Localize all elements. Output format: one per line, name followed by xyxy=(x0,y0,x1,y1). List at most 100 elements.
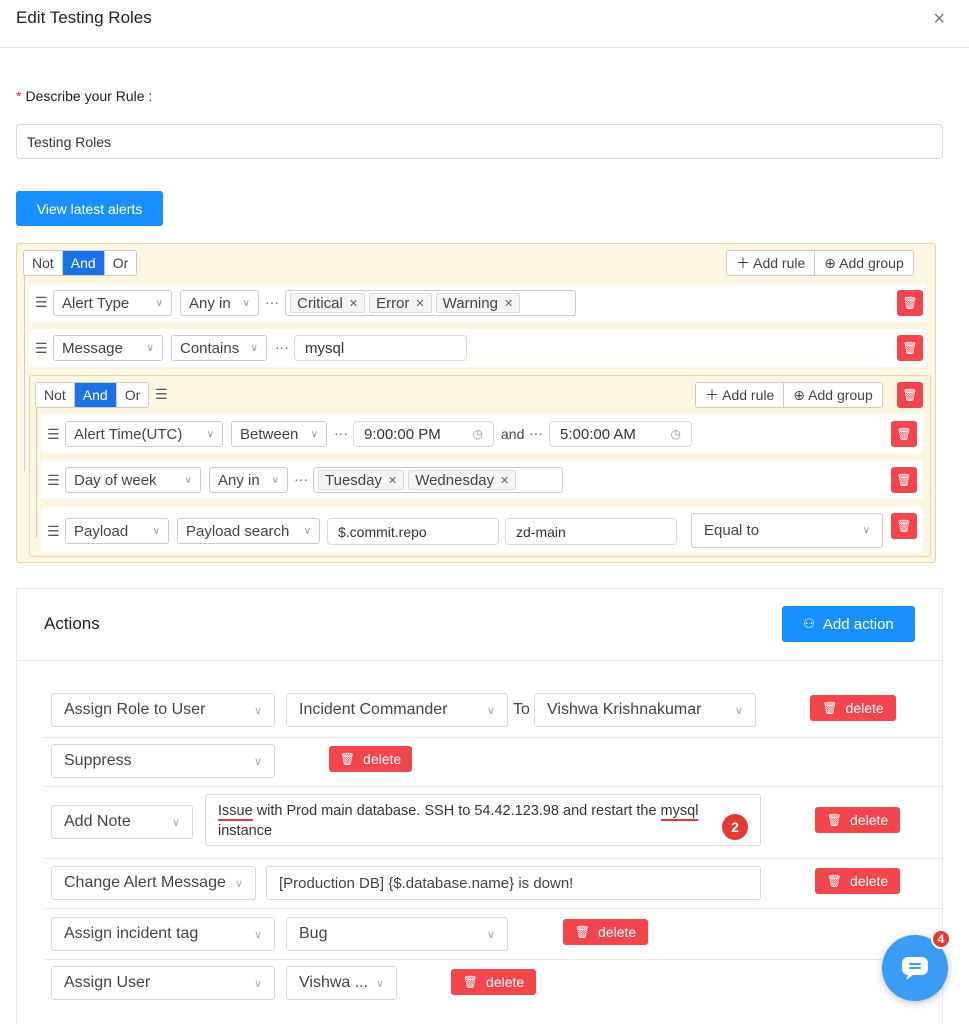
combinator-not[interactable]: Not xyxy=(24,251,63,275)
combinator-and[interactable]: And xyxy=(74,383,117,407)
add-group-button[interactable]: ⊕ Add group xyxy=(784,383,881,407)
delete-rule-icon[interactable]: 🗑 xyxy=(897,290,923,316)
ellipsis: ··· xyxy=(529,425,543,441)
action-type-select[interactable]: Add Note ∨ xyxy=(51,805,193,839)
trash-icon: 🗑 xyxy=(826,813,843,827)
action-type-select[interactable]: Suppress ∨ xyxy=(51,744,275,778)
spellcheck-badge[interactable]: 2 xyxy=(722,814,748,840)
alert-message-input[interactable]: [Production DB] {$.database.name} is dow… xyxy=(266,866,761,900)
comparator-select[interactable]: Equal to ∨ xyxy=(691,513,883,548)
remove-tag-icon[interactable]: ✕ xyxy=(349,297,358,310)
value-input[interactable]: mysql xyxy=(294,335,467,361)
row-divider xyxy=(44,858,942,859)
close-icon[interactable]: × xyxy=(933,8,945,31)
remove-tag-icon[interactable]: ✕ xyxy=(415,297,424,310)
delete-rule-icon[interactable]: 🗑 xyxy=(891,467,917,493)
between-joiner: and xyxy=(501,426,525,442)
chat-unread-badge: 4 xyxy=(931,929,951,949)
chat-bubble-icon xyxy=(902,957,928,980)
delete-action-button[interactable]: 🗑 delete xyxy=(563,919,648,945)
drag-handle-icon[interactable]: ☰ xyxy=(47,472,60,489)
outer-combinator: Not And Or xyxy=(23,250,138,276)
field-select[interactable]: Payload ∨ xyxy=(65,518,169,544)
tag: Critical ✕ xyxy=(290,293,366,313)
delete-action-button[interactable]: 🗑 delete xyxy=(329,746,412,772)
modal-title: Edit Testing Roles xyxy=(16,8,152,27)
drag-handle-icon[interactable]: ☰ xyxy=(47,523,60,540)
note-textarea[interactable]: Issue with Prod main database. SSH to 54… xyxy=(205,794,761,846)
ellipsis: ··· xyxy=(265,294,279,310)
outer-group-actions: ＋ Add rule ⊕ Add group xyxy=(726,250,914,276)
delete-rule-icon[interactable]: 🗑 xyxy=(891,513,917,539)
remove-tag-icon[interactable]: ✕ xyxy=(504,297,513,310)
operator-select[interactable]: Any in ∨ xyxy=(209,467,288,493)
required-mark: * xyxy=(16,88,22,104)
row-divider xyxy=(44,908,942,909)
row-divider xyxy=(44,959,942,960)
trash-icon: 🗑 xyxy=(822,701,838,715)
tag-input[interactable]: Tuesday ✕ Wednesday ✕ xyxy=(313,467,563,493)
drag-handle-icon[interactable]: ☰ xyxy=(35,340,48,357)
delete-rule-icon[interactable]: 🗑 xyxy=(891,421,917,447)
drag-handle-icon[interactable]: ☰ xyxy=(155,386,168,403)
remove-tag-icon[interactable]: ✕ xyxy=(388,474,397,487)
delete-action-button[interactable]: 🗑 delete xyxy=(451,969,536,995)
drag-handle-icon[interactable]: ☰ xyxy=(35,294,48,311)
delete-action-button[interactable]: 🗑 delete xyxy=(815,868,900,894)
operator-select[interactable]: Between ∨ xyxy=(231,421,327,447)
payload-value-input[interactable]: zd-main xyxy=(505,518,677,545)
actions-title: Actions xyxy=(44,614,100,633)
action-type-select[interactable]: Assign incident tag ∨ xyxy=(51,917,275,951)
rule-name-input[interactable]: Testing Roles xyxy=(16,124,943,159)
trash-icon: 🗑 xyxy=(462,975,479,989)
rule-row xyxy=(29,329,927,367)
action-type-select[interactable]: Change Alert Message ∨ xyxy=(51,866,256,900)
field-select[interactable]: Alert Type ∨ xyxy=(53,290,172,316)
ellipsis: ··· xyxy=(334,425,348,441)
tag-select[interactable]: Bug ∨ xyxy=(286,917,508,951)
add-action-button[interactable]: ⚇ Add action xyxy=(782,606,915,642)
operator-select[interactable]: Payload search ∨ xyxy=(177,518,320,544)
tag: Warning ✕ xyxy=(435,293,521,313)
clock-icon: ◷ xyxy=(472,427,483,441)
tag-input[interactable]: Critical ✕ Error ✕ Warning ✕ xyxy=(285,290,576,316)
combinator-or[interactable]: Or xyxy=(117,383,149,407)
time-from-input[interactable]: 9:00:00 PM ◷ xyxy=(353,421,494,447)
delete-action-button[interactable]: 🗑 delete xyxy=(815,807,900,833)
delete-action-button[interactable]: 🗑 delete xyxy=(810,695,896,721)
delete-group-icon[interactable]: 🗑 xyxy=(897,382,923,408)
tree-line xyxy=(24,276,25,471)
modal-header: Edit Testing Roles × xyxy=(0,0,969,48)
add-rule-button[interactable]: ＋ Add rule xyxy=(727,251,816,275)
combinator-and[interactable]: And xyxy=(62,251,105,275)
user-select[interactable]: Vishwa Krishnakumar ∨ xyxy=(534,693,756,727)
to-label: To xyxy=(513,701,530,718)
operator-select[interactable]: Any in ∨ xyxy=(180,290,259,316)
view-latest-alerts-button[interactable]: View latest alerts xyxy=(16,191,163,226)
operator-select[interactable]: Contains ∨ xyxy=(171,335,267,361)
rule-label: * Describe your Rule : xyxy=(16,88,153,104)
add-group-button[interactable]: ⊕ Add group xyxy=(815,251,912,275)
tag: Tuesday ✕ xyxy=(318,470,405,490)
combinator-or[interactable]: Or xyxy=(105,251,137,275)
user-add-icon: ⚇ xyxy=(803,616,815,631)
field-select[interactable]: Alert Time(UTC) ∨ xyxy=(65,421,223,447)
action-type-select[interactable]: Assign User ∨ xyxy=(51,966,275,1000)
field-select[interactable]: Day of week ∨ xyxy=(65,467,201,493)
trash-icon: 🗑 xyxy=(826,874,843,888)
tree-line xyxy=(36,408,37,538)
role-select[interactable]: Incident Commander ∨ xyxy=(286,693,508,727)
payload-path-input[interactable]: $.commit.repo xyxy=(327,518,499,545)
delete-rule-icon[interactable]: 🗑 xyxy=(897,335,923,361)
inner-group-actions: ＋ Add rule ⊕ Add group xyxy=(695,382,883,408)
user-select[interactable]: Vishwa ... ∨ xyxy=(286,966,397,1000)
action-type-select[interactable]: Assign Role to User ∨ xyxy=(51,693,275,727)
inner-combinator: Not And Or xyxy=(35,382,150,408)
remove-tag-icon[interactable]: ✕ xyxy=(500,474,509,487)
time-to-input[interactable]: 5:00:00 AM ◷ xyxy=(549,421,692,447)
add-rule-button[interactable]: ＋ Add rule xyxy=(696,383,785,407)
field-select[interactable]: Message ∨ xyxy=(53,335,163,361)
drag-handle-icon[interactable]: ☰ xyxy=(47,426,60,443)
tag: Error ✕ xyxy=(369,293,432,313)
combinator-not[interactable]: Not xyxy=(36,383,75,407)
